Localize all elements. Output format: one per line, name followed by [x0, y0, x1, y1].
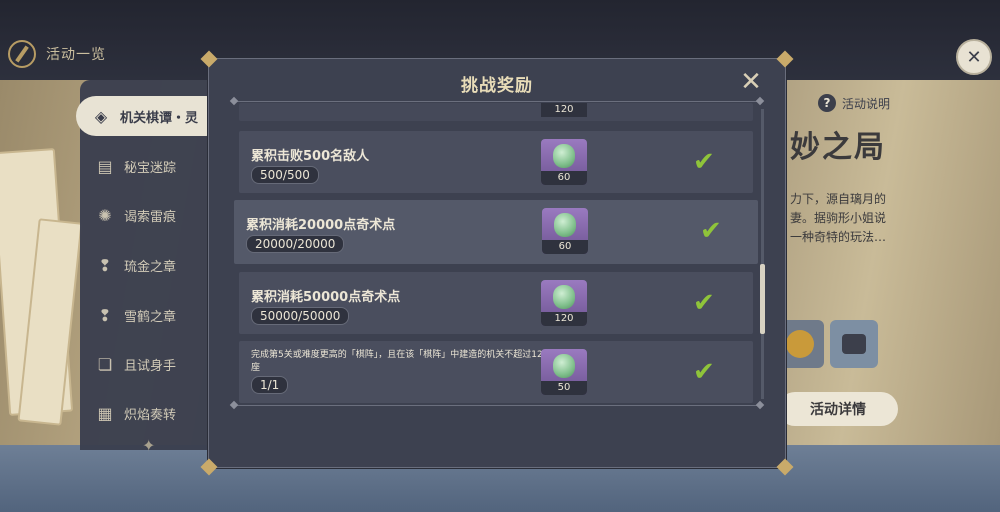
- reward-item[interactable]: 50: [541, 349, 587, 395]
- reward-row-selected: 累积消耗20000点奇术点 20000/20000 60 ✔: [234, 200, 758, 264]
- activity-list-header: 活动一览: [8, 40, 106, 68]
- check-icon: ✔: [693, 357, 715, 387]
- event-desc-line: 一种奇特的玩法…: [790, 230, 887, 244]
- treasure-chest-icon: ▤: [97, 156, 113, 176]
- divider: [233, 101, 761, 102]
- modal-title: 挑战奖励: [461, 76, 533, 96]
- header-title: 活动一览: [46, 47, 106, 63]
- pin-icon: ❢: [98, 255, 112, 275]
- reward-item[interactable]: 60: [541, 139, 587, 185]
- cards-icon: ❏: [97, 354, 113, 374]
- reward-quantity: 120: [541, 103, 587, 117]
- reward-item[interactable]: 120: [541, 280, 587, 326]
- pin-icon: ❢: [98, 305, 112, 325]
- reward-row: 完成第5关或难度更高的「棋阵」，且在该「棋阵」中建造的机关不超过12座 1/1 …: [239, 341, 753, 403]
- event-details-button[interactable]: 活动详情: [778, 392, 898, 426]
- reward-row: 累积消耗50000点奇术点 50000/50000 120 ✔: [239, 272, 753, 334]
- divider-diamond: [229, 400, 239, 410]
- reward-row-partial: 120: [239, 103, 753, 121]
- sidebar-item-thunder[interactable]: ✺ 谒索雷痕: [80, 195, 220, 235]
- modal-close-button[interactable]: ✕: [737, 69, 765, 97]
- sidebar-item-liujin[interactable]: ❢ 琉金之章: [80, 245, 220, 285]
- sidebar-item-label: 机关棋谭・灵: [120, 110, 199, 126]
- event-reward-thumb[interactable]: [830, 320, 878, 368]
- spiral-icon: ✺: [98, 205, 112, 225]
- sidebar-item-label: 谒索雷痕: [124, 209, 177, 225]
- task-description: 累积击败500名敌人: [251, 149, 370, 164]
- help-label: 活动说明: [842, 96, 891, 111]
- check-icon: ✔: [693, 288, 715, 318]
- mechanism-icon: [842, 334, 866, 354]
- gem-icon: [553, 144, 575, 168]
- task-progress: 20000/20000: [246, 235, 345, 253]
- sidebar-item-flame[interactable]: ▦ 炽焰奏转: [80, 393, 220, 433]
- divider-diamond: [755, 96, 765, 106]
- sidebar-item-trial[interactable]: ❏ 且试身手: [80, 344, 220, 384]
- gem-icon: [554, 213, 576, 237]
- grid-icon: ▦: [97, 403, 113, 423]
- question-icon: ?: [818, 94, 836, 112]
- gear-diamond-icon: ◈: [94, 106, 108, 126]
- divider: [233, 405, 761, 406]
- event-description: 力下，源自璃月的 妻。据驹形小姐说 一种奇特的玩法…: [790, 190, 910, 247]
- sidebar-item-mechanical-chess[interactable]: ◈ 机关棋谭・灵: [76, 96, 226, 136]
- reward-quantity: 50: [541, 381, 587, 395]
- sidebar-item-snow-crane[interactable]: ❢ 雪鹤之章: [80, 295, 220, 335]
- scrollbar-track[interactable]: [761, 109, 764, 399]
- task-progress: 50000/50000: [251, 307, 350, 325]
- task-description: 完成第5关或难度更高的「棋阵」，且在该「棋阵」中建造的机关不超过12座: [251, 350, 543, 373]
- gem-icon: [553, 354, 575, 378]
- mora-coin-icon: [786, 330, 814, 358]
- star-ornament-icon: ✦: [142, 436, 156, 455]
- divider-diamond: [229, 96, 239, 106]
- sidebar-item-label: 琉金之章: [124, 259, 177, 275]
- event-help-link[interactable]: ? 活动说明: [818, 94, 890, 112]
- divider-diamond: [755, 400, 765, 410]
- task-description: 累积消耗20000点奇术点: [246, 218, 396, 233]
- event-desc-line: 妻。据驹形小姐说: [790, 211, 887, 225]
- close-icon: ✕: [740, 67, 762, 97]
- sidebar-item-label: 秘宝迷踪: [124, 160, 177, 176]
- scrollbar-thumb[interactable]: [760, 264, 765, 334]
- sidebar: ◈ 机关棋谭・灵 ▤ 秘宝迷踪 ✺ 谒索雷痕 ❢ 琉金之章 ❢ 雪鹤之章 ❏ 且…: [76, 80, 226, 455]
- close-icon: ✕: [966, 46, 982, 68]
- close-button[interactable]: ✕: [956, 39, 992, 75]
- event-title: 妙之局: [790, 130, 886, 165]
- reward-row: 累积击败500名敌人 500/500 60 ✔: [239, 131, 753, 193]
- reward-item[interactable]: 60: [542, 208, 588, 254]
- check-icon: ✔: [693, 147, 715, 177]
- reward-quantity: 60: [541, 171, 587, 185]
- event-desc-line: 力下，源自璃月的: [790, 192, 887, 206]
- gem-icon: [553, 285, 575, 309]
- sidebar-item-treasure[interactable]: ▤ 秘宝迷踪: [80, 146, 220, 186]
- check-icon: ✔: [700, 216, 722, 246]
- task-progress: 500/500: [251, 166, 319, 184]
- reward-quantity: 60: [542, 240, 588, 254]
- sidebar-item-label: 且试身手: [124, 358, 177, 374]
- task-progress: 1/1: [251, 376, 289, 394]
- sidebar-item-label: 炽焰奏转: [124, 407, 177, 423]
- challenge-rewards-modal: 挑战奖励 ✕ 120 累积击败500名敌人 500/500 60 ✔ 累积消耗2…: [200, 50, 794, 476]
- sidebar-item-label: 雪鹤之章: [124, 309, 177, 325]
- task-description: 累积消耗50000点奇术点: [251, 290, 401, 305]
- reward-quantity: 120: [541, 312, 587, 326]
- compass-icon: [8, 40, 36, 68]
